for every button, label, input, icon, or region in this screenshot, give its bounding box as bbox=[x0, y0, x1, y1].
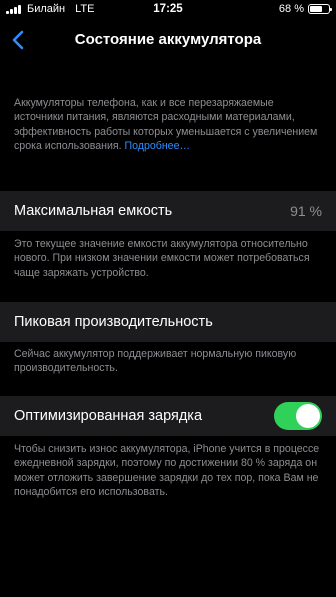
navigation-bar: Состояние аккумулятора bbox=[0, 20, 336, 60]
peak-performance-label: Пиковая производительность bbox=[14, 314, 213, 330]
learn-more-link[interactable]: Подробнее… bbox=[125, 140, 191, 152]
page-title: Состояние аккумулятора bbox=[74, 31, 262, 48]
peak-performance-description: Сейчас аккумулятор поддерживает нормальн… bbox=[14, 348, 297, 375]
peak-performance-row: Пиковая производительность bbox=[0, 302, 336, 342]
battery-icon bbox=[308, 4, 332, 14]
toggle-knob bbox=[296, 404, 320, 428]
intro-description: Аккумуляторы телефона, как и все перезар… bbox=[14, 96, 324, 154]
max-capacity-description: Это текущее значение емкости аккумулятор… bbox=[14, 238, 310, 279]
screen: Билайн LTE 17:25 68 % Состояние аккумуля… bbox=[0, 0, 336, 597]
optimized-charging-toggle[interactable] bbox=[274, 402, 322, 430]
optimized-charging-row: Оптимизированная зарядка bbox=[0, 396, 336, 436]
battery-percent: 68 % bbox=[278, 3, 304, 15]
max-capacity-value: 91 % bbox=[290, 203, 322, 219]
max-capacity-label: Максимальная емкость bbox=[14, 203, 173, 219]
settings-list: Аккумуляторы телефона, как и все перезар… bbox=[0, 60, 336, 597]
status-bar: Билайн LTE 17:25 68 % bbox=[0, 0, 336, 20]
optimized-charging-label: Оптимизированная зарядка bbox=[14, 408, 203, 424]
max-capacity-row: Максимальная емкость 91 % bbox=[0, 191, 336, 231]
optimized-charging-description: Чтобы снизить износ аккумулятора, iPhone… bbox=[14, 443, 320, 499]
status-right: 68 % bbox=[278, 3, 332, 15]
battery-level-fill bbox=[310, 6, 323, 12]
